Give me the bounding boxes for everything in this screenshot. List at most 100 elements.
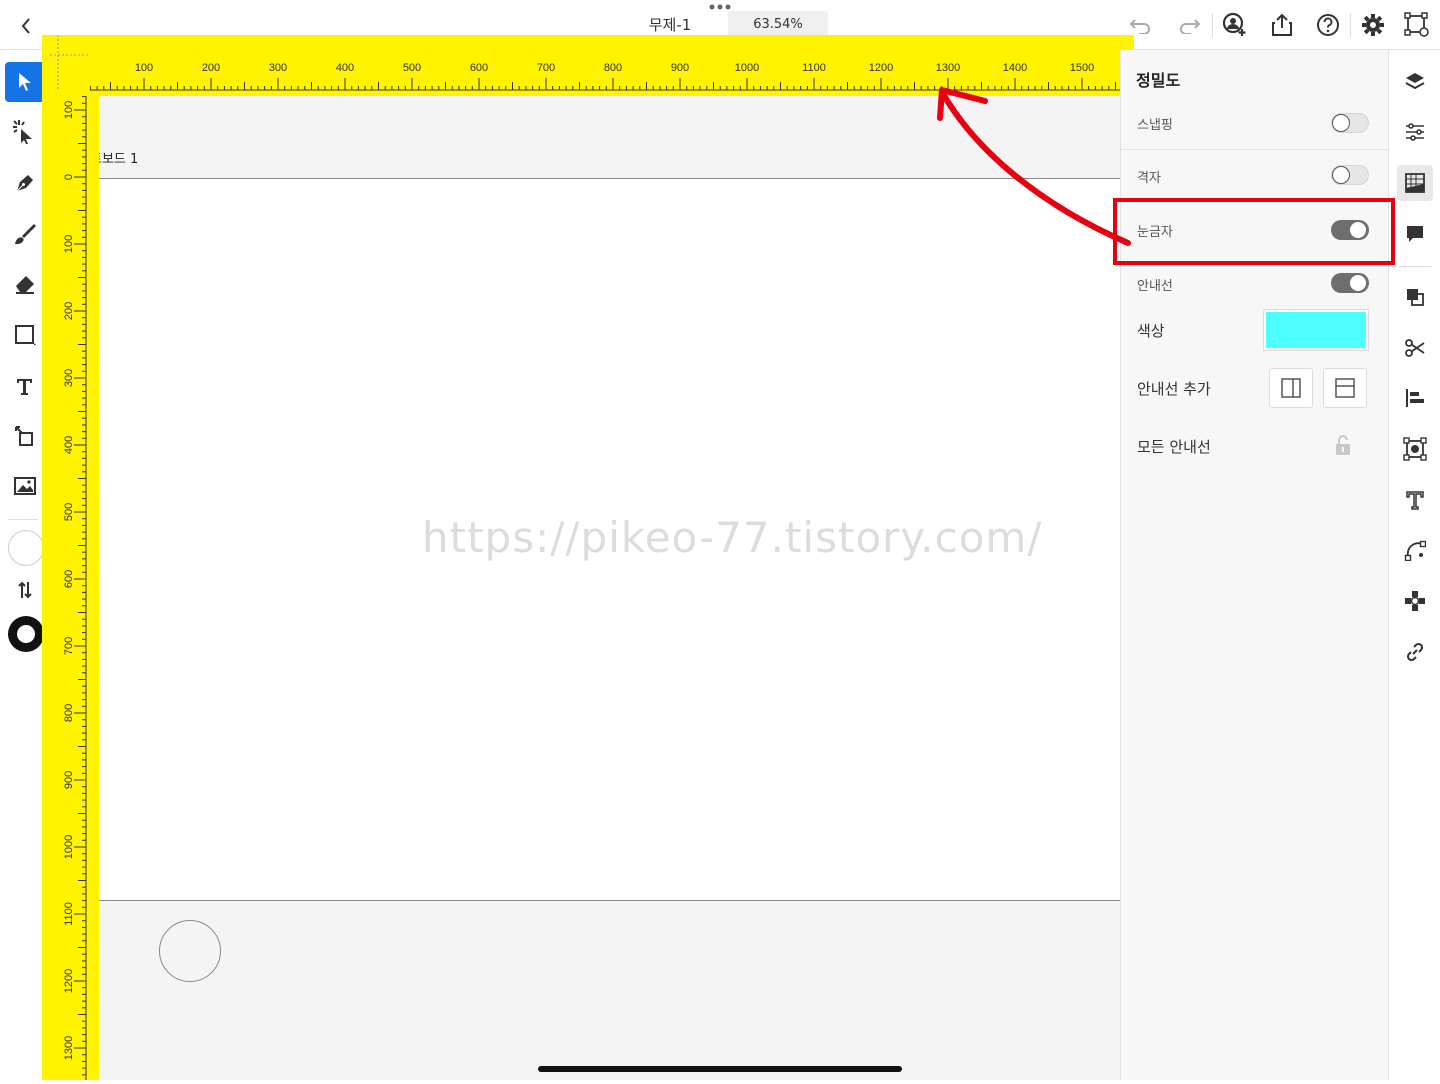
ruler-label: 300 bbox=[269, 62, 287, 74]
toggle-knob bbox=[1332, 166, 1350, 184]
brush-tool[interactable] bbox=[5, 214, 45, 254]
guides-lock-button[interactable] bbox=[1333, 434, 1355, 458]
stroke-swatch[interactable] bbox=[8, 616, 44, 652]
ruler-label: 1400 bbox=[1003, 62, 1027, 74]
align-icon bbox=[1406, 389, 1424, 407]
layers-button[interactable] bbox=[1397, 64, 1433, 100]
repeat-icon bbox=[1405, 591, 1425, 611]
tool-divider bbox=[8, 519, 38, 520]
scissors-icon bbox=[1405, 339, 1425, 357]
ruler-label: 500 bbox=[403, 62, 421, 74]
tool-bar bbox=[0, 50, 45, 1080]
ruler-corner[interactable] bbox=[50, 35, 90, 90]
horizontal-guide-icon bbox=[1335, 378, 1355, 398]
help-button[interactable] bbox=[1313, 10, 1343, 40]
ruler-label: 1100 bbox=[802, 62, 826, 74]
ruler-label: 1000 bbox=[63, 835, 75, 859]
path-icon bbox=[1404, 540, 1426, 561]
ruler-label: 100 bbox=[135, 62, 153, 74]
text-tool[interactable] bbox=[5, 366, 45, 406]
ruler-label: 800 bbox=[63, 704, 75, 722]
align-button[interactable] bbox=[1397, 380, 1433, 416]
guides-toggle[interactable] bbox=[1331, 273, 1369, 293]
zoom-level[interactable]: 63.54% bbox=[728, 11, 828, 37]
type-button[interactable] bbox=[1397, 482, 1433, 518]
all-guides-label: 모든 안내선 bbox=[1137, 438, 1211, 456]
circle-shape[interactable] bbox=[159, 920, 221, 982]
ruler-label: 1300 bbox=[936, 62, 960, 74]
chevron-left-icon bbox=[21, 18, 30, 34]
toggle-knob bbox=[1332, 114, 1350, 132]
ruler-label: 1200 bbox=[869, 62, 893, 74]
eraser-tool[interactable] bbox=[5, 264, 45, 304]
ruler-label: 1100 bbox=[63, 902, 75, 926]
comments-button[interactable] bbox=[1397, 216, 1433, 252]
vertical-ruler-ticks: 1000100200300400500600700800900100011001… bbox=[63, 93, 87, 1080]
vertical-guide-icon bbox=[1281, 378, 1301, 398]
transform-tool[interactable] bbox=[5, 416, 45, 456]
right-icon-rail bbox=[1388, 50, 1440, 1080]
redo-icon bbox=[1180, 19, 1201, 34]
ruler-label: 1200 bbox=[63, 969, 75, 993]
snapping-toggle[interactable] bbox=[1331, 113, 1369, 133]
unlock-icon bbox=[1336, 435, 1350, 455]
share-icon bbox=[1272, 13, 1292, 36]
add-vertical-guide-button[interactable] bbox=[1269, 368, 1313, 408]
image-icon bbox=[14, 477, 36, 495]
pen-tool[interactable] bbox=[5, 163, 45, 203]
canvas[interactable]: 트보드 1 https://pikeo-77.tistory.com/ bbox=[42, 35, 1120, 1080]
properties-icon bbox=[1406, 123, 1424, 141]
auto-select-tool[interactable] bbox=[5, 112, 45, 152]
toolbar-divider bbox=[1212, 13, 1213, 37]
invite-button[interactable] bbox=[1220, 10, 1250, 40]
properties-button[interactable] bbox=[1397, 114, 1433, 150]
settings-icon bbox=[1362, 14, 1384, 36]
comments-icon bbox=[1407, 226, 1423, 242]
redo-button[interactable] bbox=[1174, 10, 1204, 40]
rectangle-tool[interactable] bbox=[5, 315, 45, 355]
artboard-transform-button[interactable] bbox=[1402, 10, 1432, 40]
select-tool[interactable] bbox=[5, 62, 45, 102]
text-icon bbox=[17, 379, 32, 395]
back-button[interactable] bbox=[12, 12, 40, 40]
panel-title: 정밀도 bbox=[1136, 71, 1181, 90]
undo-icon bbox=[1129, 19, 1150, 34]
ruler-label: 900 bbox=[63, 771, 75, 789]
vertical-ruler[interactable]: 100 0 100 200 300 400 500 600 700 800 900 1000 1100 1… bbox=[42, 35, 99, 1080]
mask-button[interactable] bbox=[1397, 431, 1433, 467]
document-title[interactable]: 무제-1 bbox=[620, 14, 720, 35]
ruler-label: 400 bbox=[336, 62, 354, 74]
ruler-label: 900 bbox=[671, 62, 689, 74]
add-horizontal-guide-button[interactable] bbox=[1323, 368, 1367, 408]
type-icon bbox=[1406, 491, 1424, 510]
ruler-label: 200 bbox=[63, 302, 75, 320]
ruler-label: 1000 bbox=[735, 62, 759, 74]
fill-swatch[interactable] bbox=[8, 530, 44, 566]
cut-button[interactable] bbox=[1397, 330, 1433, 366]
share-button[interactable] bbox=[1267, 10, 1297, 40]
repeat-button[interactable] bbox=[1397, 583, 1433, 619]
combine-button[interactable] bbox=[1397, 279, 1433, 315]
settings-button[interactable] bbox=[1358, 10, 1388, 40]
add-user-icon bbox=[1222, 12, 1246, 36]
select-icon bbox=[19, 73, 31, 91]
ruler-label: 600 bbox=[63, 570, 75, 588]
grid-toggle[interactable] bbox=[1331, 165, 1369, 185]
link-button[interactable] bbox=[1397, 634, 1433, 670]
ruler-label: 400 bbox=[63, 436, 75, 454]
path-button[interactable] bbox=[1397, 532, 1433, 568]
ruler-label: 0 bbox=[63, 174, 75, 180]
swap-colors-button[interactable] bbox=[5, 570, 45, 610]
image-tool[interactable] bbox=[5, 466, 45, 506]
horizontal-ruler[interactable]: 100 200 300 400 500 600 700 800 900 1000 1100 1200 1… bbox=[50, 35, 1134, 96]
precision-button[interactable] bbox=[1397, 165, 1433, 201]
grid-label: 격자 bbox=[1137, 171, 1161, 186]
mask-icon bbox=[1403, 437, 1427, 461]
guide-color-swatch[interactable] bbox=[1263, 309, 1369, 351]
transform-icon bbox=[15, 426, 33, 446]
combine-icon bbox=[1407, 289, 1424, 306]
ruler-label: 800 bbox=[604, 62, 622, 74]
pen-icon bbox=[16, 175, 33, 192]
home-indicator[interactable] bbox=[538, 1066, 902, 1072]
ruler-label: 500 bbox=[63, 503, 75, 521]
